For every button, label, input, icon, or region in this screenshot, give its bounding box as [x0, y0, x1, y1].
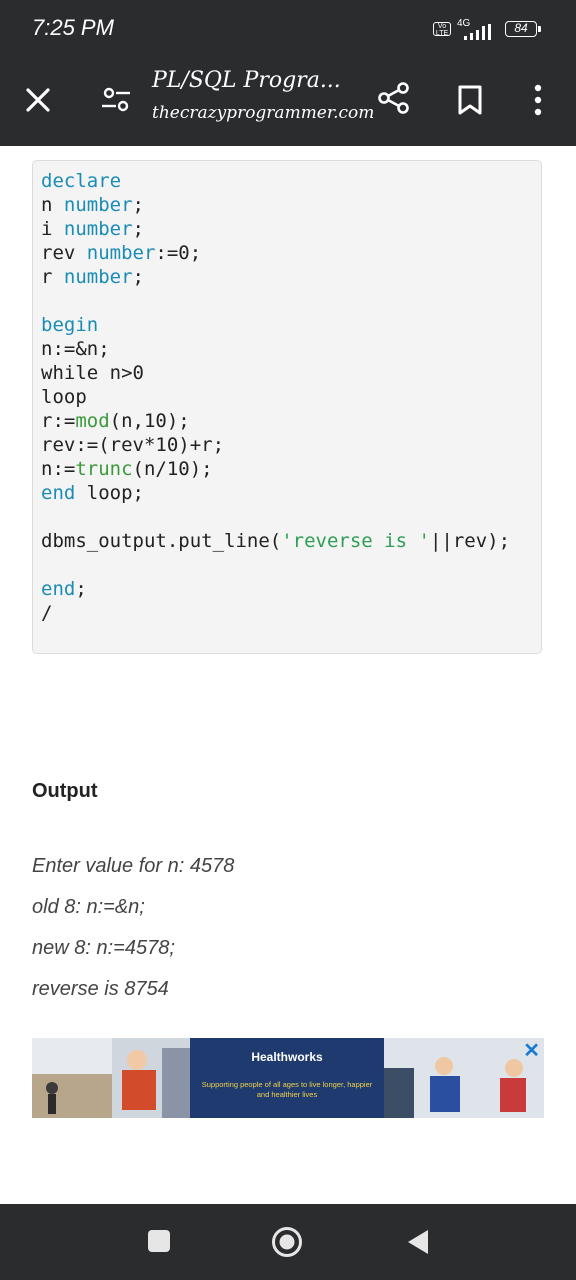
- page-title-block[interactable]: PL/SQL Progra... thecrazyprogrammer.com: [152, 68, 375, 123]
- back-icon[interactable]: [406, 1228, 430, 1256]
- output-line: old 8: n:=&n;: [32, 896, 145, 918]
- share-icon[interactable]: [376, 80, 412, 116]
- code-line: declare: [41, 170, 122, 192]
- ad-photo-left: [32, 1038, 190, 1118]
- output-line: reverse is 8754: [32, 978, 169, 1000]
- signal-icon: [464, 24, 491, 40]
- page-title: PL/SQL Progra...: [152, 68, 341, 93]
- close-icon[interactable]: [22, 84, 54, 116]
- code-line: r number;: [41, 266, 144, 288]
- browser-top-bar: 7:25 PM Vo LTE 4G 84 PL/SQL Progra... the…: [0, 0, 576, 146]
- code-line: begin: [41, 314, 99, 336]
- ad-photo-right: [384, 1038, 544, 1118]
- code-line: r:=mod(n,10);: [41, 410, 190, 432]
- code-text: declare n number; i number; rev number:=0; r…: [41, 169, 510, 625]
- output-line: new 8: n:=4578;: [32, 937, 175, 959]
- home-icon[interactable]: [271, 1226, 303, 1258]
- recents-icon[interactable]: [148, 1230, 170, 1252]
- code-line: n:=&n;: [41, 338, 110, 360]
- advertisement-banner[interactable]: Healthworks Supporting people of all age…: [32, 1038, 544, 1118]
- code-line: n:=trunc(n/10);: [41, 458, 213, 480]
- battery-icon: 84: [505, 21, 541, 37]
- code-line: end;: [41, 578, 87, 600]
- code-line: i number;: [41, 218, 144, 240]
- ad-tagline: Supporting people of all ages to live lo…: [201, 1080, 373, 1099]
- status-bar: 7:25 PM Vo LTE 4G 84: [0, 0, 576, 56]
- code-line: end loop;: [41, 482, 144, 504]
- status-time: 7:25 PM: [32, 15, 114, 40]
- ad-brand: Healthworks: [251, 1050, 323, 1064]
- code-line: rev number:=0;: [41, 242, 202, 264]
- ad-center-panel: Healthworks Supporting people of all age…: [190, 1038, 384, 1118]
- code-line: n number;: [41, 194, 144, 216]
- ad-close-icon[interactable]: ✕: [523, 1038, 540, 1063]
- output-line: Enter value for n: 4578: [32, 855, 235, 877]
- code-line: loop: [41, 386, 87, 408]
- code-line: dbms_output.put_line('reverse is '||rev)…: [41, 530, 511, 552]
- system-nav-bar: [0, 1204, 576, 1280]
- settings-icon[interactable]: [100, 86, 132, 114]
- browser-toolbar: PL/SQL Progra... thecrazyprogrammer.com: [0, 56, 576, 146]
- bookmark-icon[interactable]: [456, 84, 484, 116]
- code-line: /: [41, 602, 53, 624]
- code-line: rev:=(rev*10)+r;: [41, 434, 225, 456]
- code-block: declare n number; i number; rev number:=0; r…: [32, 160, 542, 654]
- code-line: while n>0: [41, 362, 144, 384]
- volte-icon: Vo LTE: [433, 22, 451, 37]
- page-domain: thecrazyprogrammer.com: [152, 103, 375, 123]
- output-heading: Output: [32, 780, 98, 802]
- more-vert-icon[interactable]: [528, 82, 548, 118]
